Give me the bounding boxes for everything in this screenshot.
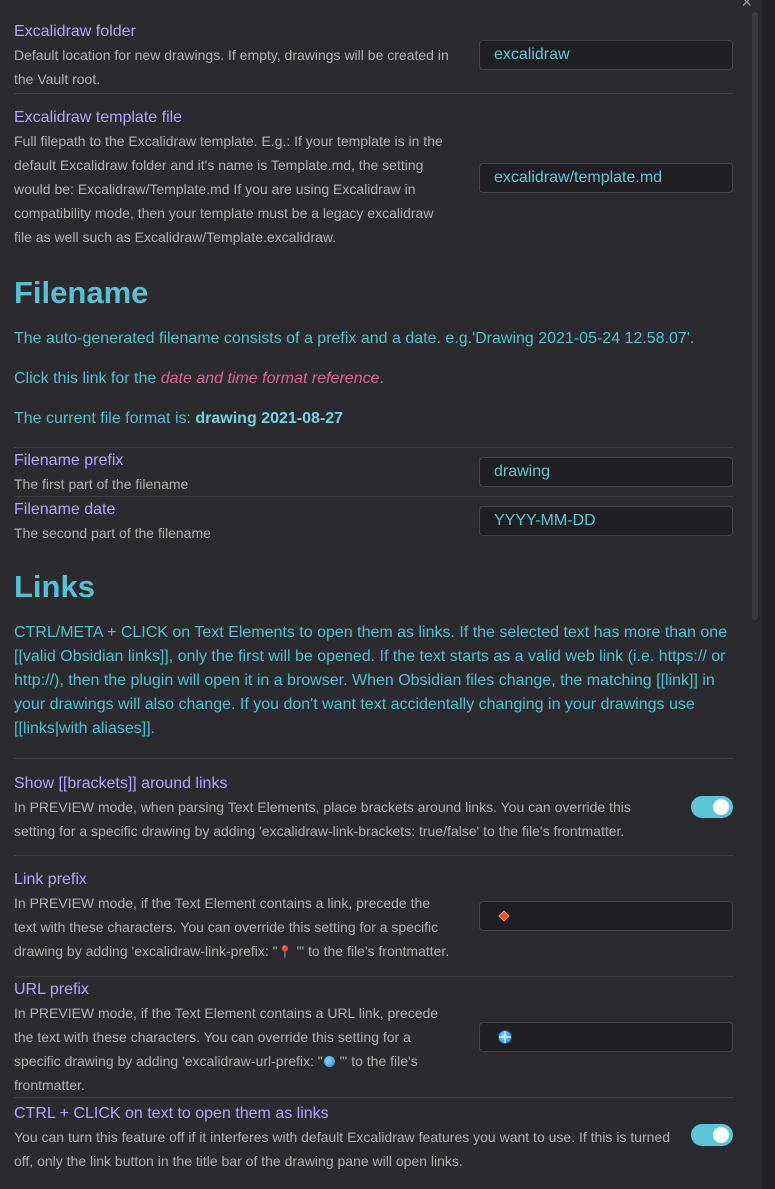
setting-description: Full filepath to the Excalidraw template… <box>14 133 443 245</box>
ctrl-click-toggle[interactable] <box>691 1123 733 1146</box>
link-line-suffix: . <box>379 370 384 387</box>
setting-url-prefix: URL prefix In PREVIEW mode, if the Text … <box>14 976 733 1097</box>
setting-control <box>479 162 733 193</box>
setting-control <box>479 506 733 536</box>
setting-ctrl-click: CTRL + CLICK on text to open them as lin… <box>14 1097 733 1177</box>
setting-name: Filename date <box>14 500 116 518</box>
setting-info: Filename date The second part of the fil… <box>14 498 454 545</box>
toggle-knob <box>713 799 729 815</box>
setting-name: Filename prefix <box>14 451 124 469</box>
setting-name: Show [[brackets]] around links <box>14 774 228 792</box>
setting-link-prefix: Link prefix In PREVIEW mode, if the Text… <box>14 855 733 976</box>
setting-description: In PREVIEW mode, when parsing Text Eleme… <box>14 798 631 839</box>
setting-filename-date: Filename date The second part of the fil… <box>14 496 733 545</box>
globe-icon <box>498 1030 512 1044</box>
pin-icon: 📍 <box>277 945 293 959</box>
template-file-input[interactable] <box>479 162 733 193</box>
url-prefix-input[interactable] <box>479 1022 733 1052</box>
setting-excalidraw-folder: Excalidraw folder Default location for n… <box>14 0 733 93</box>
setting-info: Filename prefix The first part of the fi… <box>14 449 454 496</box>
setting-control <box>479 457 733 487</box>
filename-date-input[interactable] <box>479 506 733 536</box>
globe-icon <box>323 1055 335 1067</box>
setting-control <box>479 901 733 931</box>
desc-part: "' to the file's frontmatter. <box>292 943 450 959</box>
current-format-line: The current file format is: drawing 2021… <box>14 407 733 431</box>
setting-name: Excalidraw template file <box>14 109 183 126</box>
filename-format-link-line: Click this link for the date and time fo… <box>14 367 733 391</box>
setting-control <box>691 796 733 818</box>
setting-description: The second part of the filename <box>14 524 211 541</box>
setting-name: URL prefix <box>14 980 89 998</box>
setting-control <box>479 20 733 70</box>
filename-intro: The auto-generated filename consists of … <box>14 330 695 347</box>
setting-description: In PREVIEW mode, if the Text Element con… <box>14 1001 454 1097</box>
setting-name: Excalidraw folder <box>14 23 136 40</box>
setting-description: Default location for new drawings. If em… <box>14 47 449 87</box>
setting-info: Excalidraw folder Default location for n… <box>14 20 454 91</box>
setting-info: Link prefix In PREVIEW mode, if the Text… <box>14 868 454 964</box>
setting-description: The first part of the filename <box>14 475 189 492</box>
setting-filename-prefix: Filename prefix The first part of the fi… <box>14 447 733 496</box>
setting-control <box>691 1123 733 1146</box>
settings-pane: × Excalidraw folder Default location for… <box>0 0 762 1189</box>
section-heading-links: Links <box>14 569 95 604</box>
date-format-reference-link[interactable]: date and time format reference <box>161 370 380 387</box>
setting-show-brackets: Show [[brackets]] around links In PREVIE… <box>14 758 733 855</box>
current-format-value: drawing 2021-08-27 <box>195 410 344 427</box>
links-intro: CTRL/META + CLICK on Text Elements to op… <box>14 624 728 737</box>
section-heading-filename: Filename <box>14 275 149 310</box>
show-brackets-toggle[interactable] <box>691 796 733 818</box>
toggle-knob <box>713 1126 729 1143</box>
setting-info: CTRL + CLICK on text to open them as lin… <box>14 1102 674 1173</box>
setting-description: In PREVIEW mode, if the Text Element con… <box>14 891 454 964</box>
setting-description: You can turn this feature off if it inte… <box>14 1129 671 1169</box>
setting-info: Show [[brackets]] around links In PREVIE… <box>14 772 674 843</box>
scrollbar[interactable] <box>752 12 758 620</box>
excalidraw-folder-input[interactable] <box>479 40 733 70</box>
setting-info: Excalidraw template file Full filepath t… <box>14 106 454 249</box>
setting-name: CTRL + CLICK on text to open them as lin… <box>14 1105 329 1122</box>
setting-name: Link prefix <box>14 871 87 888</box>
orange-diamond-icon <box>498 910 510 922</box>
link-prefix-input[interactable] <box>479 901 733 931</box>
setting-template-file: Excalidraw template file Full filepath t… <box>14 93 733 261</box>
setting-info: URL prefix In PREVIEW mode, if the Text … <box>14 978 454 1097</box>
filename-prefix-input[interactable] <box>479 457 733 487</box>
close-icon[interactable]: × <box>741 0 752 11</box>
current-format-label: The current file format is: <box>14 410 196 427</box>
settings-content: Excalidraw folder Default location for n… <box>14 0 733 1177</box>
setting-control <box>479 1022 733 1052</box>
link-line-prefix: Click this link for the <box>14 370 161 387</box>
